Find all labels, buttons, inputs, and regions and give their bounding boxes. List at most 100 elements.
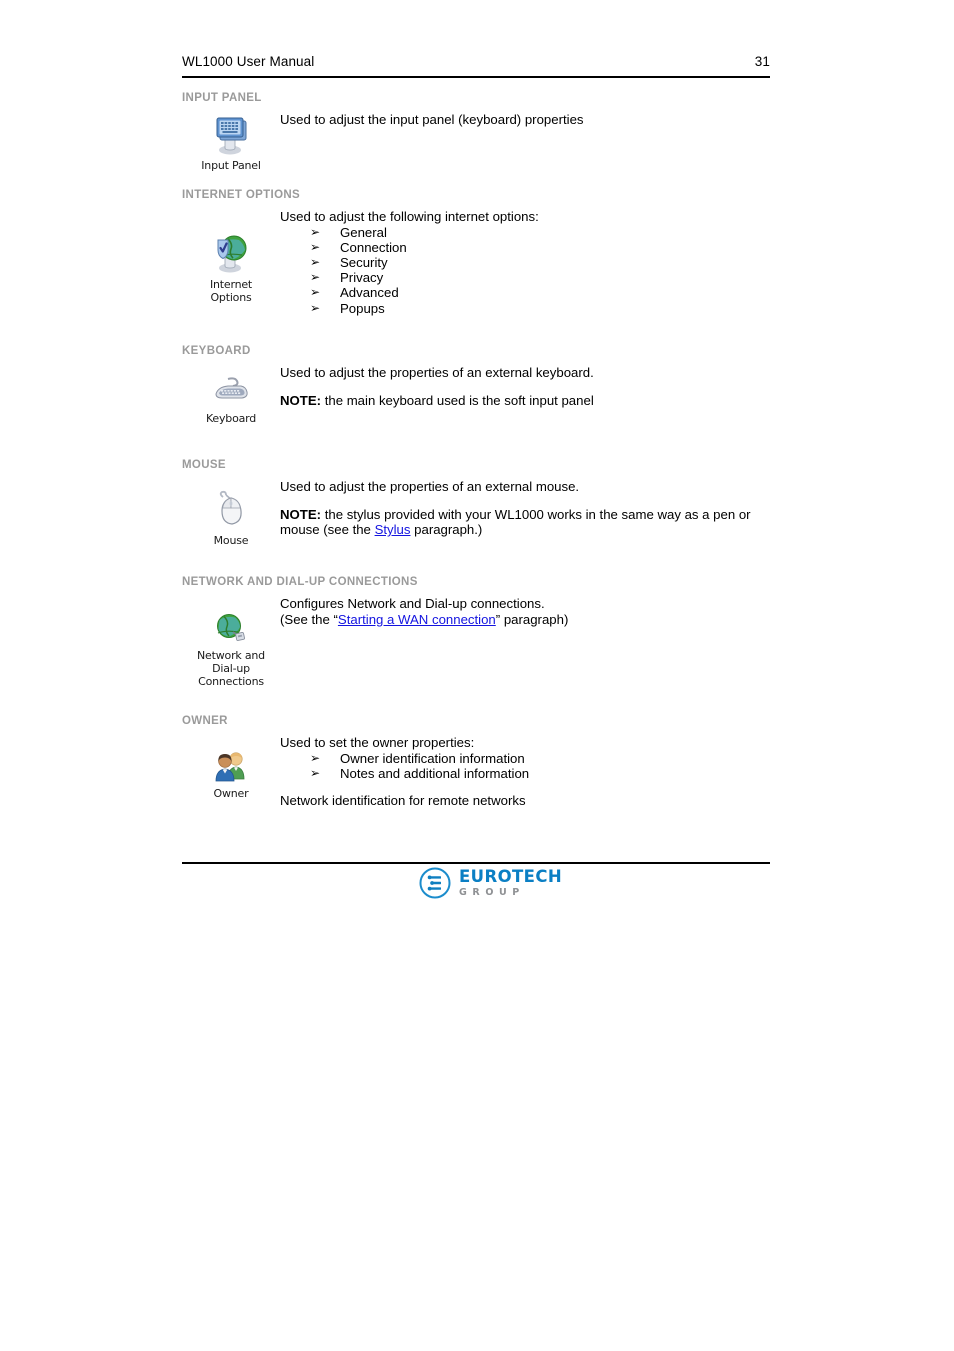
note-mouse: NOTE: the stylus provided with your WL10… <box>280 507 782 538</box>
section-body-network-dialup: Network and Dial-up Connections Configur… <box>182 596 782 688</box>
list-item-label: Advanced <box>340 285 399 301</box>
note-label: NOTE: <box>280 506 322 522</box>
section-body-input-panel: Input Panel Used to adjust the input pan… <box>182 112 782 172</box>
note-text-after: paragraph.) <box>410 522 483 537</box>
arrow-bullet-icon: ➢ <box>310 224 321 239</box>
reference-network-dialup: (See the “Starting a WAN connection” par… <box>280 612 782 628</box>
list-item-label: Security <box>340 254 388 270</box>
section-title-input-panel: INPUT PANEL <box>182 92 262 104</box>
text-block-owner: Used to set the owner properties: ➢ Owner… <box>280 735 782 808</box>
list-item: ➢ Owner identification information <box>280 751 782 766</box>
header-divider <box>182 76 770 78</box>
section-title-keyboard: KEYBOARD <box>182 345 251 357</box>
note-text: the main keyboard used is the soft input… <box>321 392 594 408</box>
bullet-list-owner: ➢ Owner identification information ➢ Notes… <box>280 751 782 781</box>
list-item-label: Owner identification information <box>340 750 525 766</box>
keyboard-icon <box>208 375 254 409</box>
arrow-bullet-icon: ➢ <box>310 765 321 780</box>
list-item-label: Popups <box>340 300 385 316</box>
text-block-input-panel: Used to adjust the input panel (keyboard… <box>280 112 782 128</box>
section-body-mouse: Mouse Used to adjust the properties of a… <box>182 479 782 547</box>
description-input-panel: Used to adjust the input panel (keyboard… <box>280 112 584 127</box>
list-item: ➢ Notes and additional information <box>280 766 782 781</box>
list-item: ➢ Popups <box>280 301 782 316</box>
description-owner: Used to set the owner properties: <box>280 735 475 750</box>
icon-caption-input-panel: Input Panel <box>201 159 261 172</box>
icon-caption-network-dialup: Network and Dial-up Connections <box>186 649 276 688</box>
document-page: WL1000 User Manual 31 INPUT PANEL Input … <box>0 0 954 1351</box>
trailing-paragraph-owner: Network identification for remote networ… <box>280 792 526 808</box>
section-network-dialup: NETWORK AND DIAL-UP CONNECTIONS Network … <box>182 576 782 688</box>
list-item: ➢ General <box>280 225 782 240</box>
icon-caption-line-2: Dial-up <box>212 662 250 675</box>
eurotech-logo-text: EUROTECH GROUP <box>459 866 563 898</box>
arrow-bullet-icon: ➢ <box>310 270 321 285</box>
description-mouse: Used to adjust the properties of an exte… <box>280 479 580 494</box>
mouse-icon <box>208 489 254 531</box>
eurotech-group-logo: EUROTECH GROUP <box>418 866 562 900</box>
owner-icon <box>208 748 254 784</box>
list-item-label: Connection <box>340 239 407 255</box>
bullet-list-internet-options: ➢ General ➢ Connection ➢ Security ➢ Privacy … <box>280 225 782 316</box>
section-title-owner: OWNER <box>182 715 228 727</box>
icon-caption-line-3: Connections <box>198 675 264 688</box>
eurotech-logo-subtitle: GROUP <box>459 887 525 898</box>
list-item: ➢ Security <box>280 255 782 270</box>
arrow-bullet-icon: ➢ <box>310 750 321 765</box>
description-keyboard: Used to adjust the properties of an exte… <box>280 365 594 380</box>
header-page-number: 31 <box>754 54 770 69</box>
text-block-internet-options: Used to adjust the following internet op… <box>280 209 782 316</box>
section-body-keyboard: Keyboard Used to adjust the properties o… <box>182 365 782 425</box>
icon-block-keyboard: Keyboard <box>186 375 276 425</box>
arrow-bullet-icon: ➢ <box>310 285 321 300</box>
text-block-network-dialup: Configures Network and Dial-up connectio… <box>280 596 782 627</box>
note-keyboard: NOTE: the main keyboard used is the soft… <box>280 393 782 409</box>
icon-caption-mouse: Mouse <box>213 534 249 547</box>
list-item: ➢ Privacy <box>280 270 782 285</box>
icon-caption-owner: Owner <box>213 787 249 800</box>
icon-caption-line-2: Options <box>210 291 252 304</box>
icon-block-network-dialup: Network and Dial-up Connections <box>186 610 276 688</box>
section-title-internet-options: INTERNET OPTIONS <box>182 189 301 201</box>
list-item-label: General <box>340 224 387 240</box>
starting-wan-connection-link[interactable]: Starting a WAN connection <box>338 612 496 627</box>
list-item-label: Notes and additional information <box>340 765 530 781</box>
input-panel-icon <box>208 112 254 156</box>
text-block-mouse: Used to adjust the properties of an exte… <box>280 479 782 538</box>
section-body-internet-options: Internet Options Used to adjust the foll… <box>182 209 782 316</box>
icon-block-input-panel: Input Panel <box>186 112 276 172</box>
reference-text-after: ” paragraph) <box>495 611 569 627</box>
stylus-link[interactable]: Stylus <box>375 522 411 537</box>
section-title-network-dialup: NETWORK AND DIAL-UP CONNECTIONS <box>182 576 418 588</box>
icon-caption-line-1: Internet <box>209 278 253 291</box>
section-internet-options: INTERNET OPTIONS Internet Options Used t… <box>182 189 782 316</box>
text-block-keyboard: Used to adjust the properties of an exte… <box>280 365 782 408</box>
icon-block-internet-options: Internet Options <box>186 231 276 304</box>
description-network-dialup: Configures Network and Dial-up connectio… <box>280 596 545 611</box>
icon-block-owner: Owner <box>186 748 276 800</box>
reference-text-before: (See the “ <box>280 611 338 627</box>
network-dialup-icon <box>208 610 254 646</box>
section-title-mouse: MOUSE <box>182 459 226 471</box>
eurotech-logo-icon <box>418 866 452 900</box>
note-label: NOTE: <box>280 392 322 408</box>
description-internet-options: Used to adjust the following internet op… <box>280 209 539 224</box>
list-item: ➢ Connection <box>280 240 782 255</box>
list-item-label: Privacy <box>340 270 384 286</box>
list-item: ➢ Advanced <box>280 285 782 300</box>
section-mouse: MOUSE Mouse Used to adjust the propertie <box>182 459 782 547</box>
footer-divider <box>182 862 770 864</box>
page-header: WL1000 User Manual 31 <box>182 54 770 69</box>
eurotech-logo-name: EUROTECH <box>459 866 563 886</box>
header-document-title: WL1000 User Manual <box>182 54 315 69</box>
section-body-owner: Owner Used to set the owner properties: … <box>182 735 782 808</box>
icon-caption-line-1: Network and <box>197 649 265 662</box>
section-keyboard: KEYBOARD Keyboard Used to adjust the pro… <box>182 345 782 425</box>
internet-options-icon <box>208 231 254 275</box>
arrow-bullet-icon: ➢ <box>310 239 321 254</box>
arrow-bullet-icon: ➢ <box>310 254 321 269</box>
section-input-panel: INPUT PANEL Input Panel Used to adjust t… <box>182 92 782 172</box>
